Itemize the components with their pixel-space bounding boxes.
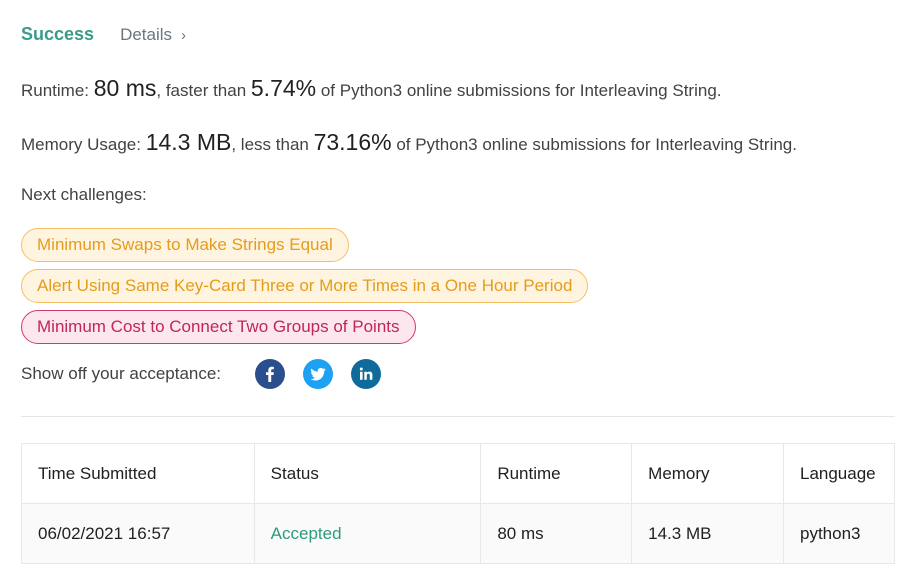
- memory-percentile: 73.16%: [313, 129, 392, 155]
- details-label: Details: [120, 25, 173, 44]
- memory-suffix: of Python3 online submissions for Interl…: [391, 135, 797, 154]
- memory-value: 14.3 MB: [145, 129, 232, 155]
- column-header-runtime[interactable]: Runtime: [480, 443, 633, 504]
- cell-runtime: 80 ms: [480, 503, 633, 564]
- chevron-right-icon: ›: [181, 27, 187, 44]
- share-label: Show off your acceptance:: [21, 364, 222, 383]
- details-link[interactable]: Details ›: [120, 25, 186, 45]
- result-header: Success Details ›: [21, 24, 186, 45]
- submissions-table: Time Submitted Status Runtime Memory Lan…: [21, 443, 896, 564]
- challenge-pill[interactable]: Minimum Swaps to Make Strings Equal: [21, 228, 349, 262]
- runtime-value: 80 ms: [93, 75, 157, 101]
- submission-result-page: Success Details › Runtime: 80 ms, faster…: [0, 0, 905, 565]
- share-row: Show off your acceptance:: [21, 359, 382, 389]
- runtime-percentile: 5.74%: [250, 75, 317, 101]
- runtime-prefix: Runtime:: [21, 81, 94, 100]
- table-row: 06/02/2021 16:57 Accepted 80 ms 14.3 MB …: [21, 503, 896, 564]
- challenge-pill[interactable]: Alert Using Same Key-Card Three or More …: [21, 269, 589, 303]
- cell-time-submitted: 06/02/2021 16:57: [21, 503, 255, 564]
- challenge-pill[interactable]: Minimum Cost to Connect Two Groups of Po…: [21, 310, 416, 344]
- memory-prefix: Memory Usage:: [21, 135, 146, 154]
- section-divider: [21, 416, 895, 417]
- runtime-summary: Runtime: 80 ms, faster than 5.74% of Pyt…: [21, 75, 722, 102]
- cell-status-accepted[interactable]: Accepted: [253, 503, 482, 564]
- column-header-language[interactable]: Language: [782, 443, 896, 504]
- column-header-memory[interactable]: Memory: [631, 443, 784, 504]
- cell-memory: 14.3 MB: [631, 503, 784, 564]
- table-header-row: Time Submitted Status Runtime Memory Lan…: [21, 443, 896, 504]
- memory-middle: , less than: [231, 135, 314, 154]
- column-header-time[interactable]: Time Submitted: [21, 443, 255, 504]
- twitter-icon[interactable]: [303, 359, 334, 389]
- memory-summary: Memory Usage: 14.3 MB, less than 73.16% …: [21, 129, 797, 156]
- cell-language: python3: [782, 503, 896, 564]
- runtime-suffix: of Python3 online submissions for Interl…: [316, 81, 722, 100]
- column-header-status[interactable]: Status: [253, 443, 482, 504]
- linkedin-icon[interactable]: [351, 359, 382, 389]
- next-challenges-label: Next challenges:: [21, 185, 147, 204]
- result-status-title: Success: [21, 24, 95, 44]
- facebook-icon[interactable]: [255, 359, 286, 389]
- runtime-middle: , faster than: [156, 81, 251, 100]
